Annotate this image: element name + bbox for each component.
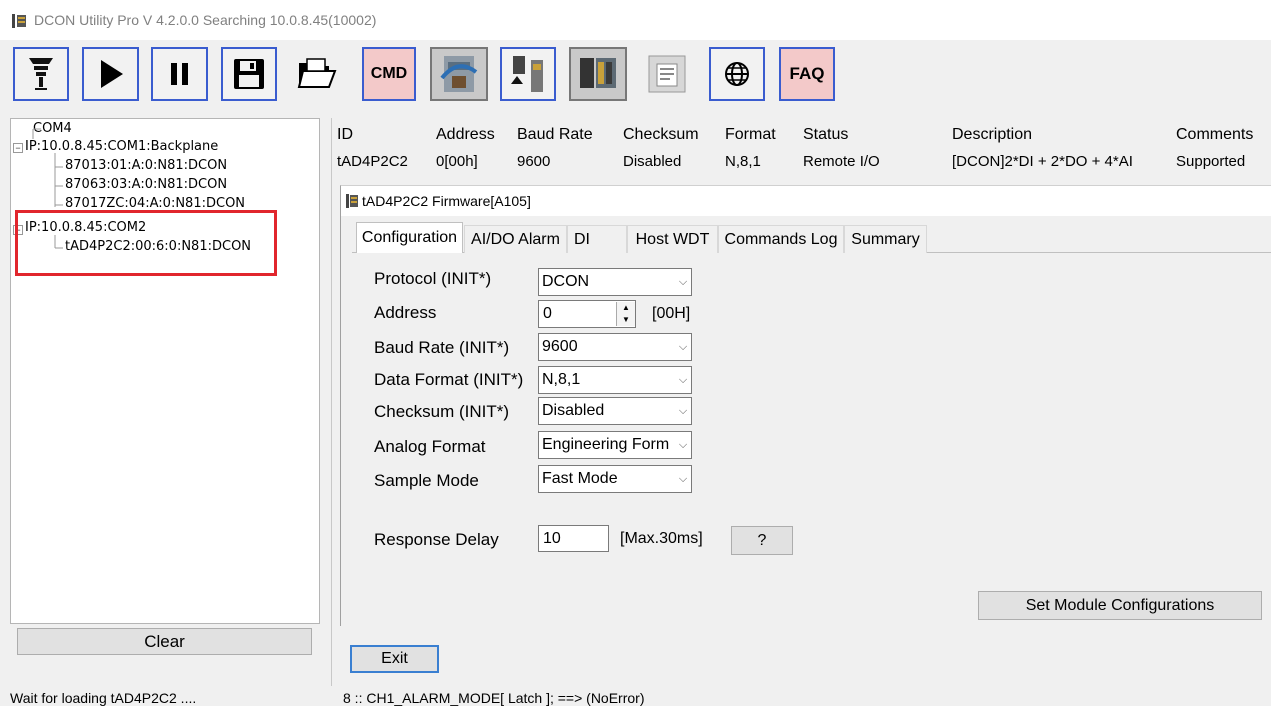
address-hex: [00H] [652, 305, 691, 322]
chevron-down-icon: ⌵ [678, 340, 688, 353]
checksum-value: Disabled [542, 402, 605, 419]
data-format-value: N,8,1 [542, 371, 581, 388]
protocol-select[interactable]: DCON ⌵ [538, 268, 692, 296]
tab-configuration[interactable]: Configuration [356, 222, 463, 253]
column-header-baud-rate[interactable]: Baud Rate [517, 126, 593, 144]
cell-status[interactable]: Remote I/O [803, 153, 880, 170]
panel-divider[interactable] [331, 118, 332, 686]
chevron-down-icon: ⌵ [678, 275, 688, 288]
chevron-down-icon: ⌵ [678, 438, 688, 451]
module-config-icon [440, 56, 478, 92]
protocol-label: Protocol (INIT*) [374, 269, 492, 288]
chevron-down-icon: ⌵ [678, 472, 688, 485]
set-module-configurations-button[interactable]: Set Module Configurations [978, 591, 1262, 620]
module-config-button[interactable] [430, 47, 488, 101]
baud-rate-value: 9600 [542, 338, 578, 355]
clear-button[interactable]: Clear [17, 628, 312, 655]
chevron-down-icon: ⌵ [678, 373, 688, 386]
firmware-icon [648, 55, 686, 93]
spin-up-icon[interactable]: ▲ [617, 302, 635, 314]
tab-di[interactable]: DI [567, 225, 627, 253]
tab-ai-do-alarm[interactable]: AI/DO Alarm [464, 225, 567, 253]
save-button[interactable] [221, 47, 277, 101]
spin-down-icon[interactable]: ▼ [617, 314, 635, 326]
module-scan-icon [580, 58, 616, 88]
web-button[interactable] [709, 47, 765, 101]
firmware-button[interactable] [638, 47, 696, 101]
checksum-select[interactable]: Disabled ⌵ [538, 397, 692, 425]
open-folder-icon [297, 58, 337, 88]
floppy-disk-icon [234, 59, 264, 89]
data-format-select[interactable]: N,8,1 ⌵ [538, 366, 692, 394]
baud-rate-label: Baud Rate (INIT*) [374, 338, 510, 357]
address-value: 0 [543, 305, 552, 322]
sample-mode-label: Sample Mode [374, 471, 479, 490]
cell-address[interactable]: 0[00h] [436, 153, 478, 170]
column-header-status[interactable]: Status [803, 126, 848, 144]
configuration-tab-panel [352, 252, 1271, 629]
open-button[interactable] [289, 47, 345, 101]
response-delay-label: Response Delay [374, 530, 499, 549]
spin-buttons[interactable]: ▲ ▼ [616, 302, 635, 326]
response-delay-input[interactable]: 10 [538, 525, 609, 552]
search-module-button[interactable] [13, 47, 69, 101]
column-header-format[interactable]: Format [725, 126, 776, 144]
pause-button[interactable] [151, 47, 208, 101]
app-icon [12, 14, 26, 28]
app-icon [346, 194, 358, 208]
globe-icon [725, 62, 749, 86]
checksum-label: Checksum (INIT*) [374, 402, 510, 421]
faq-button[interactable]: FAQ [779, 47, 835, 101]
status-text-right: 8 :: CH1_ALARM_MODE[ Latch ]; ==> (NoErr… [343, 690, 645, 706]
analog-format-select[interactable]: Engineering Form ⌵ [538, 431, 692, 459]
column-header-comments[interactable]: Comments [1176, 126, 1253, 144]
tab-summary[interactable]: Summary [844, 225, 927, 253]
address-stepper[interactable]: 0 ▲ ▼ [538, 300, 636, 328]
analog-format-value: Engineering Form [542, 436, 670, 453]
module-search-icon [29, 58, 53, 90]
tree-item-module-87063[interactable]: 87063:03:A:0:N81:DCON [65, 177, 227, 192]
chevron-down-icon: ⌵ [678, 404, 688, 417]
play-icon [100, 60, 123, 88]
cmd-button[interactable]: CMD [362, 47, 416, 101]
tab-host-wdt[interactable]: Host WDT [627, 225, 718, 253]
response-delay-max: [Max.30ms] [620, 530, 703, 547]
help-button[interactable]: ? [731, 526, 793, 555]
exit-button[interactable]: Exit [350, 645, 439, 673]
sample-mode-value: Fast Mode [542, 470, 618, 487]
pause-icon [170, 63, 188, 85]
cell-baud-rate[interactable]: 9600 [517, 153, 550, 170]
cell-id[interactable]: tAD4P2C2 [337, 153, 408, 170]
data-format-label: Data Format (INIT*) [374, 370, 524, 389]
cell-comments[interactable]: Supported [1176, 153, 1245, 170]
device-tree[interactable]: COM4 − IP:10.0.8.45:COM1:Backplane 87013… [10, 118, 320, 624]
faq-label: FAQ [789, 64, 825, 83]
tree-item-module-87017[interactable]: 87017ZC:04:A:0:N81:DCON [65, 196, 245, 207]
column-header-address[interactable]: Address [436, 126, 495, 144]
cell-description[interactable]: [DCON]2*DI + 2*DO + 4*AI [952, 153, 1133, 170]
cell-checksum[interactable]: Disabled [623, 153, 681, 170]
sample-mode-select[interactable]: Fast Mode ⌵ [538, 465, 692, 493]
module-io-button[interactable] [500, 47, 556, 101]
module-io-icon [511, 56, 543, 92]
column-header-checksum[interactable]: Checksum [623, 126, 699, 144]
column-header-id[interactable]: ID [337, 126, 353, 144]
selected-device-highlight [15, 210, 277, 276]
start-button[interactable] [82, 47, 139, 101]
tab-commands-log[interactable]: Commands Log [718, 225, 844, 253]
cell-format[interactable]: N,8,1 [725, 153, 761, 170]
address-label: Address [374, 303, 437, 322]
analog-format-label: Analog Format [374, 437, 486, 456]
status-text-left: Wait for loading tAD4P2C2 .... [10, 690, 197, 706]
column-header-description[interactable]: Description [952, 126, 1032, 144]
tree-item-module-87013[interactable]: 87013:01:A:0:N81:DCON [65, 158, 227, 173]
window-title: DCON Utility Pro V 4.2.0.0 Searching 10.… [34, 12, 377, 28]
protocol-value: DCON [542, 273, 590, 290]
dialog-title: tAD4P2C2 Firmware[A105] [362, 193, 531, 209]
baud-rate-select[interactable]: 9600 ⌵ [538, 333, 692, 361]
cmd-label: CMD [370, 65, 408, 82]
module-scan-button[interactable] [569, 47, 627, 101]
